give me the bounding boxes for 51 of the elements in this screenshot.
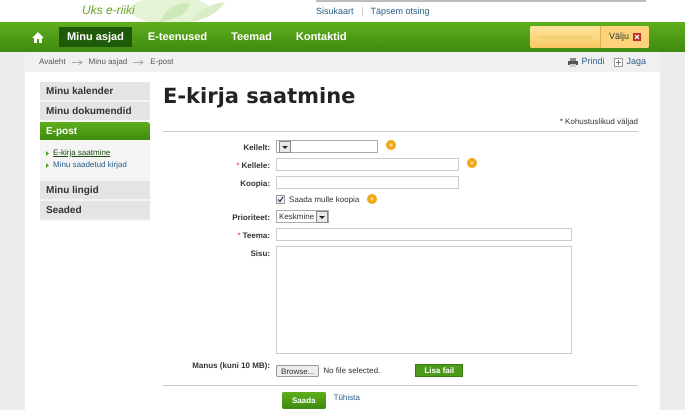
home-icon[interactable] — [32, 32, 44, 42]
file-status: No file selected. — [323, 364, 382, 376]
plus-icon — [614, 58, 624, 66]
required-note: * Kohustuslikud väljad — [560, 116, 638, 128]
close-icon — [633, 33, 641, 41]
cancel-link[interactable]: Tühista — [334, 392, 360, 404]
field-label: Prioriteet: — [232, 212, 270, 224]
field-label: Kellelt: — [243, 142, 270, 154]
bullet-icon — [46, 162, 49, 168]
header-link[interactable]: Sisukaart — [316, 5, 354, 18]
breadcrumb-link[interactable]: E-post — [150, 56, 174, 68]
required-marker: * — [236, 160, 240, 172]
checkbox-label: Saada mulle koopia — [289, 194, 360, 206]
header-link[interactable]: Täpsem otsing — [370, 5, 430, 18]
sidebar-subitem[interactable]: E-kirja saatmine — [53, 147, 110, 159]
user-field — [530, 26, 600, 48]
share-link[interactable]: Jaga — [614, 55, 646, 69]
required-marker: * — [237, 230, 241, 242]
sidebar-subitem[interactable]: Minu saadetud kirjad — [53, 159, 127, 171]
arrow-icon — [72, 60, 83, 64]
nav-tab[interactable]: Minu asjad — [59, 27, 132, 47]
breadcrumb-link[interactable]: Avaleht — [39, 56, 66, 68]
printer-icon — [568, 58, 578, 66]
sidebar-item[interactable]: Minu lingid — [40, 181, 150, 199]
field-label: Teema: — [242, 230, 270, 242]
field-label: Kellele: — [242, 160, 270, 172]
select-field[interactable] — [276, 140, 378, 153]
sidebar-item[interactable]: Minu kalender — [40, 82, 150, 100]
text-field[interactable] — [276, 158, 459, 171]
field-label: Koopia: — [240, 178, 270, 190]
field-label: Sisu: — [250, 248, 270, 260]
arrow-icon — [133, 60, 144, 64]
logout-button[interactable]: Välju — [600, 26, 649, 48]
checkbox[interactable] — [276, 195, 285, 204]
select-field[interactable]: Keskmine — [276, 210, 330, 223]
breadcrumb-link[interactable]: Minu asjad — [88, 56, 128, 68]
help-icon[interactable] — [386, 140, 396, 150]
message-field[interactable] — [276, 246, 572, 354]
sidebar-item[interactable]: Seaded — [40, 201, 150, 219]
text-field[interactable] — [276, 176, 459, 189]
page-title: E-kirja saatmine — [163, 84, 356, 108]
add-file-button[interactable]: Lisa fail — [415, 364, 464, 377]
sidebar-item[interactable]: Minu dokumendid — [40, 102, 150, 120]
bullet-icon — [46, 150, 49, 156]
field-label: Manus (kuni 10 MB): — [192, 360, 270, 372]
help-icon[interactable] — [367, 194, 378, 204]
help-icon[interactable] — [467, 158, 477, 168]
tagline: Uks e-riiki — [82, 2, 135, 19]
text-field[interactable] — [276, 228, 572, 241]
print-link[interactable]: Prindi — [568, 55, 604, 69]
browse-button[interactable]: Browse... — [276, 364, 320, 376]
